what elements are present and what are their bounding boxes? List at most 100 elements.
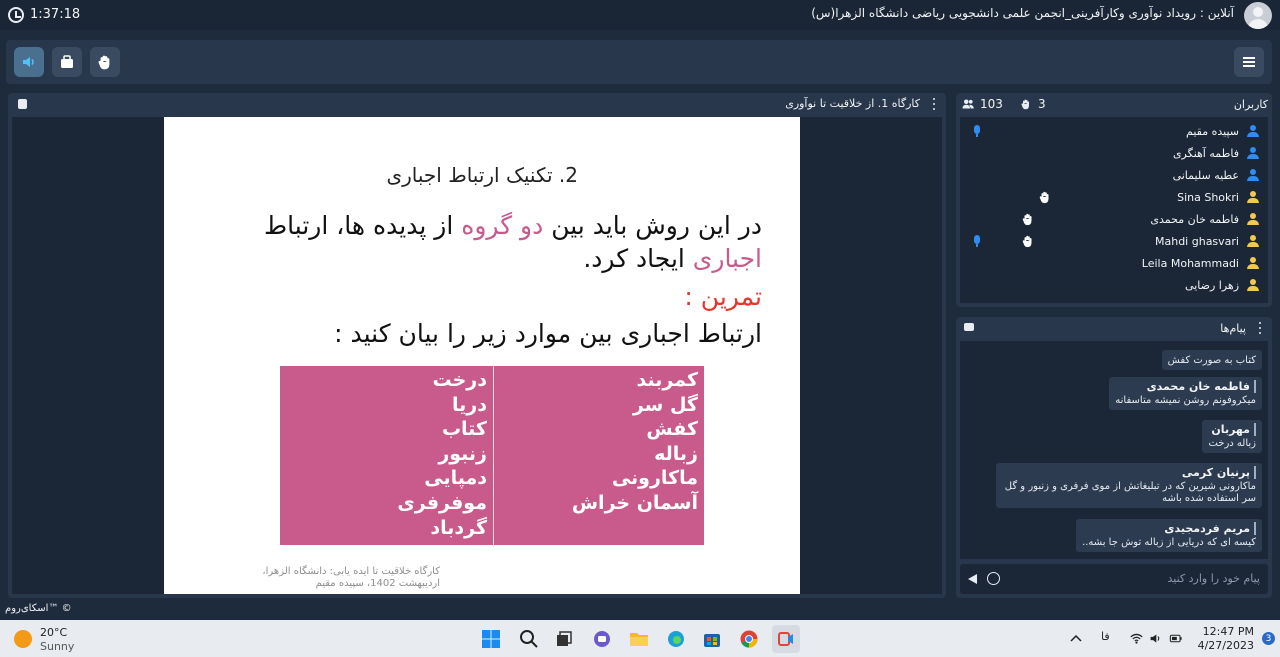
avatar[interactable] <box>1244 2 1272 29</box>
presentation-icon <box>61 55 73 68</box>
slide-exercise-label: تمرین : <box>684 282 762 311</box>
weather-temperature: 20°C <box>40 626 68 639</box>
windows-icon <box>482 630 500 648</box>
message-sender: پرنیان کرمی <box>1002 466 1256 479</box>
skyroom-button[interactable] <box>772 625 800 653</box>
users-count: 103 <box>980 97 1003 111</box>
edge-button[interactable] <box>662 625 690 653</box>
slide-table-cell: آسمان خراش <box>571 491 698 514</box>
speaker-button[interactable] <box>14 47 44 77</box>
messages-panel: پیام‌ها کتاب به صورت کفش فاطمه خان محمدی م… <box>956 317 1272 598</box>
toolbar <box>6 40 1272 84</box>
language-indicator[interactable]: فا <box>1101 630 1110 643</box>
slide-highlight: دو گروه <box>461 211 544 240</box>
chrome-icon <box>740 630 758 648</box>
slide-table: کمربند گل سر کفش زباله ماکارونی آسمان خراش در… <box>280 366 704 545</box>
user-row[interactable]: Sina Shokri <box>960 187 1268 209</box>
user-row[interactable]: Leila Mohammadi <box>960 253 1268 275</box>
task-view-button[interactable] <box>550 625 578 653</box>
user-icon <box>1247 279 1259 291</box>
user-name: Mahdi ghasvari <box>1155 235 1239 248</box>
presentation-header: کارگاه 1. از خلاقیت تا نوآوری <box>8 93 946 115</box>
user-name: زهرا رضایی <box>1185 279 1239 292</box>
user-row[interactable]: Mahdi ghasvari <box>960 231 1268 253</box>
notification-badge[interactable]: 3 <box>1262 632 1275 645</box>
teams-chat-button[interactable] <box>588 625 616 653</box>
messages-list: کتاب به صورت کفش فاطمه خان محمدی میکروفونم… <box>960 341 1268 559</box>
users-panel: 103 3 کاربران سپیده مقیم فاطمه آهنگری عطیه… <box>956 93 1272 307</box>
clock-date[interactable]: 12:47 PM 4/27/2023 <box>1198 625 1254 653</box>
user-row[interactable]: فاطمه خان محمدی <box>960 209 1268 231</box>
battery-icon[interactable] <box>1169 632 1183 645</box>
raise-hand-icon <box>1021 99 1029 110</box>
user-row[interactable]: فاطمه آهنگری <box>960 143 1268 165</box>
user-row[interactable]: زهرا رضایی <box>960 275 1268 297</box>
chat-message: فاطمه خان محمدی میکروفونم روشن نمیشه متاس… <box>1109 377 1262 410</box>
presentation-title: کارگاه 1. از خلاقیت تا نوآوری <box>785 97 920 110</box>
raise-hand-button[interactable] <box>90 47 120 77</box>
user-name: سپیده مقیم <box>1186 125 1239 138</box>
messages-title: پیام‌ها <box>1220 322 1246 335</box>
volume-icon[interactable] <box>1149 632 1162 645</box>
message-sender: مهربان <box>1208 423 1256 436</box>
presentation-area: 2. تکنیک ارتباط اجباری در این روش باید ب… <box>12 117 942 594</box>
sun-icon <box>14 630 32 648</box>
user-icon <box>1247 213 1259 225</box>
message-text: میکروفونم روشن نمیشه متاسفانه <box>1115 395 1256 406</box>
slide-table-cell: زباله <box>654 442 698 465</box>
user-row[interactable]: سپیده مقیم <box>960 121 1268 143</box>
slide-table-column: درخت دریا کتاب زنبور دمپایی موفرفری گردباد <box>280 366 493 545</box>
message-placeholder: پیام خود را وارد کنید <box>1167 572 1260 585</box>
slide-table-cell: دمپایی <box>424 467 487 490</box>
file-explorer-button[interactable] <box>625 625 653 653</box>
menu-button[interactable] <box>1234 47 1264 77</box>
hamburger-menu-icon <box>1243 57 1255 67</box>
wifi-icon[interactable] <box>1130 632 1143 645</box>
more-options-icon[interactable] <box>1258 322 1262 334</box>
taskbar-date: 4/27/2023 <box>1197 639 1254 652</box>
skyroom-icon <box>778 632 793 646</box>
chrome-button[interactable] <box>735 625 763 653</box>
slide-table-cell: زنبور <box>438 442 487 465</box>
message-input[interactable]: پیام خود را وارد کنید <box>960 564 1268 594</box>
store-button[interactable] <box>698 625 726 653</box>
user-name: فاطمه خان محمدی <box>1150 213 1239 226</box>
message-text: زباله درخت <box>1208 438 1256 449</box>
taskbar-time: 12:47 PM <box>1202 625 1254 638</box>
user-icon <box>1247 235 1259 247</box>
slide-text: ایجاد کرد. <box>583 244 693 273</box>
raise-hand-icon <box>1038 189 1052 204</box>
slide-table-cell: کمربند <box>636 369 698 391</box>
slide-table-cell: گل سر <box>632 393 698 416</box>
clock-icon <box>8 7 24 23</box>
chat-message: مهربان زباله درخت <box>1202 420 1262 453</box>
task-view-icon <box>557 631 572 646</box>
microphone-icon <box>974 235 980 247</box>
users-icon <box>962 99 974 109</box>
user-name: Leila Mohammadi <box>1141 257 1239 270</box>
folder-icon <box>630 633 648 646</box>
speaker-icon <box>23 57 34 67</box>
user-row[interactable]: عطیه سلیمانی <box>960 165 1268 187</box>
message-text: کیسه ای که دریایی از زباله توش جا بشه.. <box>1082 537 1256 548</box>
search-button[interactable] <box>515 625 543 653</box>
slide-table-cell: کفش <box>646 418 698 441</box>
chat-app-icon <box>594 631 610 647</box>
chat-message: کتاب به صورت کفش <box>1161 350 1262 370</box>
slide-text: از پدیده ها، ارتباط <box>264 211 462 240</box>
presentation-button[interactable] <box>52 47 82 77</box>
slide-table-cell: دریا <box>452 393 487 416</box>
chevron-up-icon[interactable] <box>1070 633 1082 645</box>
more-options-icon[interactable] <box>932 98 936 110</box>
slide-table-cell: گردباد <box>430 516 487 539</box>
users-header: 103 3 کاربران <box>956 93 1272 115</box>
emoji-icon[interactable] <box>987 572 1000 585</box>
user-name: Sina Shokri <box>1177 191 1239 204</box>
message-sender: مریم فردمجیدی <box>1082 522 1256 535</box>
search-icon <box>520 630 538 648</box>
raise-hand-icon <box>1021 211 1035 226</box>
brand-label: اسکای‌روم™ © <box>5 603 72 614</box>
start-button[interactable] <box>477 625 505 653</box>
send-icon[interactable] <box>968 574 977 584</box>
slide-table-cell: موفرفری <box>397 491 487 514</box>
